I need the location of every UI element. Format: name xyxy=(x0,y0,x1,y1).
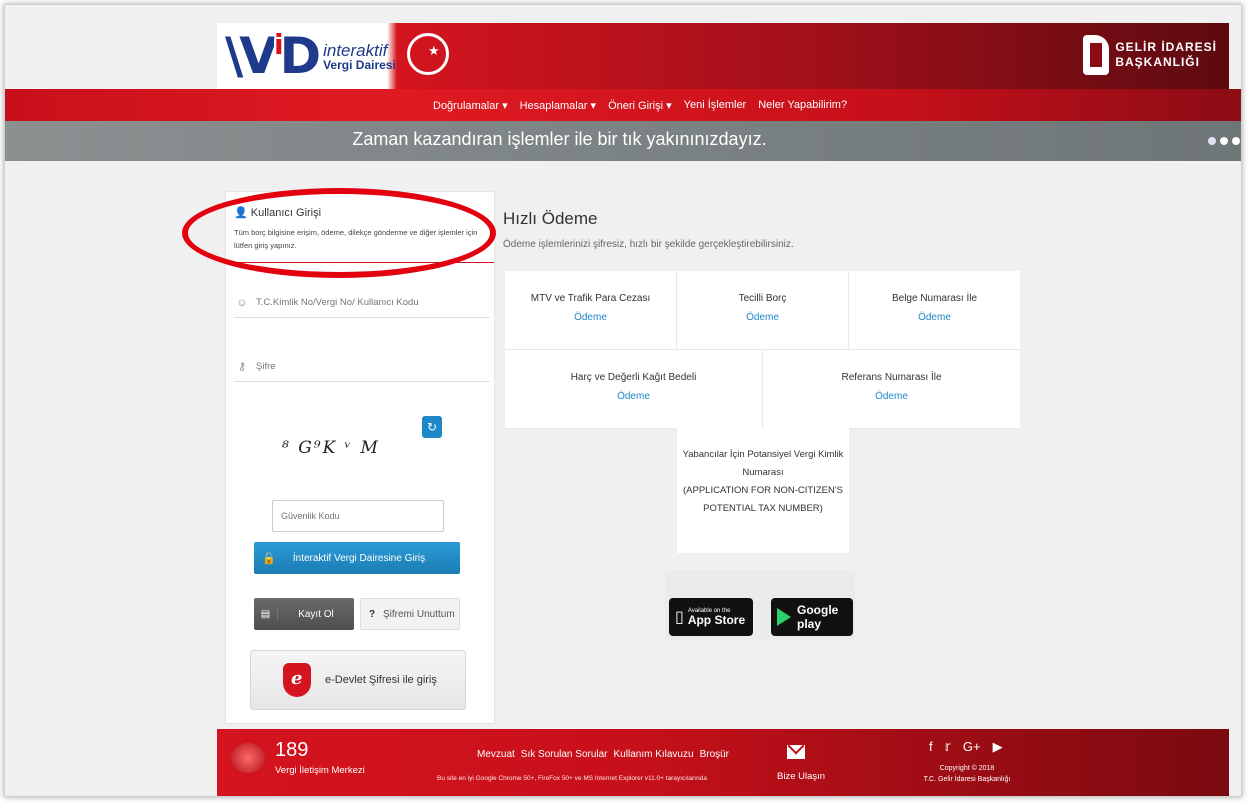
security-code-input[interactable] xyxy=(272,500,444,532)
interactive-login-button[interactable]: 🔓 İnteraktif Vergi Dairesine Giriş xyxy=(254,542,460,574)
nav-yeni-islemler[interactable]: Yeni İşlemler xyxy=(684,99,747,111)
foreigner-tax-number-link[interactable]: Yabancılar İçin Potansiyel Vergi Kimlik … xyxy=(677,428,849,553)
quick-payment-description: Ödeme işlemlerinizi şifresiz, hızlı bir … xyxy=(503,239,794,250)
quick-payment-title: Hızlı Ödeme xyxy=(503,209,598,228)
gib-logo[interactable]: GELİR İDARESİ BAŞKANLIĞI xyxy=(1083,35,1217,75)
edevlet-shield-icon xyxy=(283,663,311,697)
call-center-icon xyxy=(231,743,265,773)
foreigner-line2: (APPLICATION FOR NON-CITIZEN'S POTENTIAL… xyxy=(683,485,843,514)
payment-belge-title: Belge Numarası İle xyxy=(891,293,978,304)
slogan-banner: Zaman kazandıran işlemler ile bir tık ya… xyxy=(5,121,1241,161)
app-store-big: App Store xyxy=(687,613,746,627)
top-banner: \ViD interaktif Vergi Dairesi GELİR İDAR… xyxy=(217,23,1229,89)
payment-row-1: MTV ve Trafik Para Cezası Ödeme Tecilli … xyxy=(505,271,1020,350)
phone-icon: ▯ xyxy=(675,609,684,626)
footer-links: Mevzuat Sık Sorulan Sorular Kullanım Kıl… xyxy=(477,749,729,760)
payment-row-2: Harç ve Değerli Kağıt Bedeli Ödeme Refer… xyxy=(505,350,1020,429)
copyright: Copyright © 2018 T.C. Gelir İdaresi Başk… xyxy=(917,763,1017,785)
payment-referans: Referans Numarası İle Ödeme xyxy=(763,350,1020,428)
footer-link-mevzuat[interactable]: Mevzuat xyxy=(477,749,515,760)
unlock-icon: 🔓 xyxy=(262,552,276,565)
footer-link-sss[interactable]: Sık Sorulan Sorular xyxy=(521,749,608,760)
payment-harc: Harç ve Değerli Kağıt Bedeli Ödeme xyxy=(505,350,763,428)
forgot-password-button[interactable]: ? Şifremi Unuttum xyxy=(360,598,460,630)
main-nav: Doğrulamalar ▾ Hesaplamalar ▾ Öneri Giri… xyxy=(5,89,1241,121)
interactive-login-label: İnteraktif Vergi Dairesine Giriş xyxy=(292,552,426,564)
payment-mtv: MTV ve Trafik Para Cezası Ödeme xyxy=(505,271,677,349)
footer-link-kilavuz[interactable]: Kullanım Kılavuzu xyxy=(614,749,694,760)
gib-line1: GELİR İDARESİ xyxy=(1115,40,1217,54)
gib-emblem-icon xyxy=(1083,35,1110,75)
payment-referans-link[interactable]: Ödeme xyxy=(763,391,1020,402)
password-input[interactable] xyxy=(256,361,476,372)
footer-link-brosur[interactable]: Broşür xyxy=(700,749,729,760)
google-play-label: Google play xyxy=(797,603,839,631)
googleplus-icon[interactable]: G+ xyxy=(963,739,981,755)
logo-line1: interaktif xyxy=(323,40,388,60)
facebook-icon[interactable]: f xyxy=(929,739,933,755)
ivd-logo[interactable]: \ViD interaktif Vergi Dairesi xyxy=(225,27,396,85)
ivd-logo-text: interaktif Vergi Dairesi xyxy=(323,42,396,71)
gib-logo-text: GELİR İDARESİ BAŞKANLIĞI xyxy=(1115,40,1217,70)
browser-note: Bu site en iyi Google Chrome 50+, FireFo… xyxy=(437,775,707,782)
logo-line2: Vergi Dairesi xyxy=(323,57,396,72)
register-label: Kayıt Ol xyxy=(298,608,334,620)
google-play-badge[interactable]: Google play xyxy=(771,598,853,636)
store-badges: ▯ Available on the App Store Google play xyxy=(665,570,855,640)
payment-harc-title: Harç ve Değerli Kağıt Bedeli xyxy=(570,372,697,383)
copyright-line1: Copyright © 2018 xyxy=(939,765,995,772)
turkish-flag-icon xyxy=(407,33,449,75)
youtube-icon[interactable]: ▶ xyxy=(993,739,1003,755)
payment-referans-title: Referans Numarası İle xyxy=(841,372,942,383)
nav-hesaplamalar[interactable]: Hesaplamalar ▾ xyxy=(520,99,596,112)
captcha-refresh-button[interactable]: ↻ xyxy=(422,416,442,438)
user-outline-icon: ☺ xyxy=(236,296,248,309)
phone-number[interactable]: 189 xyxy=(275,739,308,762)
nav-oneri-girisi[interactable]: Öneri Girişi ▾ xyxy=(608,99,672,112)
carousel-dots xyxy=(1208,137,1240,145)
key-icon: ⚷ xyxy=(237,361,247,373)
id-input[interactable] xyxy=(256,297,476,308)
payment-tecilli-title: Tecilli Borç xyxy=(738,293,787,304)
google-play-icon xyxy=(777,608,791,626)
payment-belge-link[interactable]: Ödeme xyxy=(849,312,1020,323)
contact-link[interactable]: Bize Ulaşın xyxy=(777,771,825,782)
footer: 189 Vergi İletişim Merkezi Mevzuat Sık S… xyxy=(217,729,1229,796)
forgot-password-label: Şifremi Unuttum xyxy=(383,608,455,620)
edevlet-label: e-Devlet Şifresi ile giriş xyxy=(325,674,437,686)
nav-neler-yapabilirim[interactable]: Neler Yapabilirim? xyxy=(758,99,847,111)
page-frame: \ViD interaktif Vergi Dairesi GELİR İDAR… xyxy=(4,4,1242,797)
id-field: ☺ xyxy=(234,288,490,318)
payment-mtv-title: MTV ve Trafik Para Cezası xyxy=(530,293,651,304)
twitter-icon[interactable]: 𝕣 xyxy=(945,739,951,755)
slogan-text: Zaman kazandıran işlemler ile bir tık ya… xyxy=(352,129,767,149)
payment-harc-link[interactable]: Ödeme xyxy=(505,391,762,402)
payment-belge: Belge Numarası İle Ödeme xyxy=(849,271,1020,349)
copyright-line2: T.C. Gelir İdaresi Başkanlığı xyxy=(923,776,1011,783)
carousel-dot-3[interactable] xyxy=(1232,137,1240,145)
mail-icon[interactable] xyxy=(787,745,805,759)
carousel-dot-1[interactable] xyxy=(1208,137,1216,145)
phone-label: Vergi İletişim Merkezi xyxy=(275,765,365,776)
app-store-badge[interactable]: ▯ Available on the App Store xyxy=(669,598,753,636)
carousel-dot-2[interactable] xyxy=(1220,137,1228,145)
password-field: ⚷ xyxy=(234,352,490,382)
refresh-icon: ↻ xyxy=(426,420,438,434)
save-icon: ▤ xyxy=(254,608,278,620)
question-icon: ? xyxy=(368,608,376,620)
nav-dogrulamalar[interactable]: Doğrulamalar ▾ xyxy=(433,99,508,112)
captcha-image: ⁸ G⁹K ᵛ M xyxy=(282,438,380,458)
gib-line2: BAŞKANLIĞI xyxy=(1115,55,1200,69)
foreigner-line1: Yabancılar İçin Potansiyel Vergi Kimlik … xyxy=(682,449,844,478)
payment-tecilli-link[interactable]: Ödeme xyxy=(677,312,848,323)
ivd-logo-mark: \ViD xyxy=(225,27,321,85)
register-button[interactable]: ▤ Kayıt Ol xyxy=(254,598,354,630)
annotation-oval xyxy=(182,188,496,278)
payment-tecilli: Tecilli Borç Ödeme xyxy=(677,271,849,349)
payment-grid: MTV ve Trafik Para Cezası Ödeme Tecilli … xyxy=(505,271,1020,429)
social-links: f 𝕣 G+ ▶ xyxy=(929,739,1003,755)
edevlet-login-button[interactable]: e-Devlet Şifresi ile giriş xyxy=(250,650,466,710)
payment-mtv-link[interactable]: Ödeme xyxy=(505,312,676,323)
